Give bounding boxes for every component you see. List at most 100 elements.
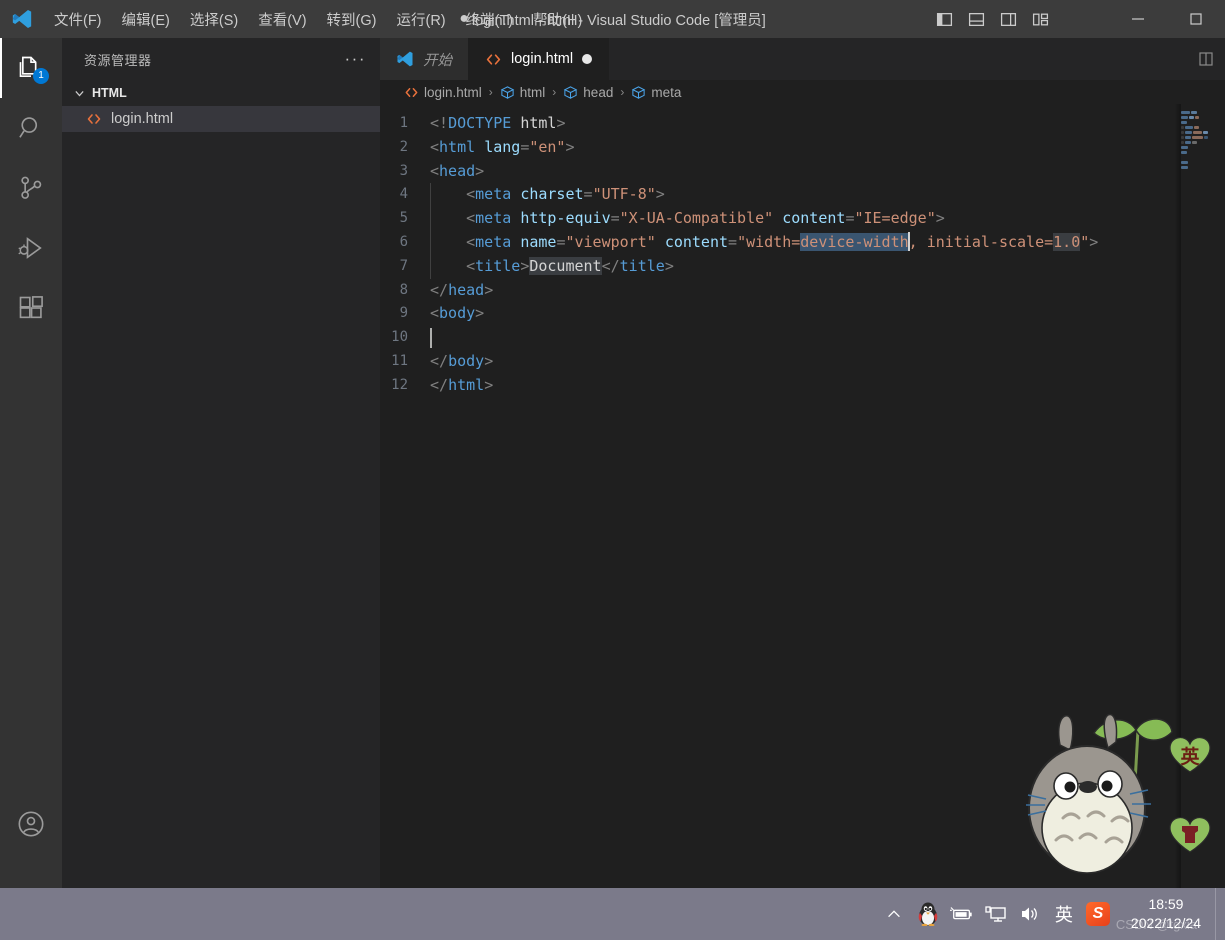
sidebar-item-explorer[interactable]: 1 <box>0 38 62 98</box>
code-line: 2 <html lang="en"> <box>380 136 1225 160</box>
line-content: <body> <box>430 304 485 323</box>
breadcrumb-head-label: head <box>583 84 614 100</box>
ime-mode-label: 英 <box>1180 746 1200 768</box>
tab-welcome-label: 开始 <box>423 52 452 69</box>
code-line: 9 <body> <box>380 302 1225 326</box>
ime-indicator[interactable]: 英 <box>1047 901 1081 927</box>
minimize-icon[interactable] <box>1109 0 1167 38</box>
clock-date: 2022/12/24 <box>1130 915 1201 931</box>
chevron-down-icon <box>70 87 88 100</box>
menu-view[interactable]: 查看(V) <box>249 6 315 33</box>
line-number: 5 <box>399 210 408 227</box>
code-line: 1 <!DOCTYPE html> <box>380 112 1225 136</box>
menu-terminal[interactable]: 终端(T) <box>457 6 523 33</box>
breadcrumb-separator: › <box>552 85 557 99</box>
tab-welcome[interactable]: 开始 <box>380 38 469 80</box>
indent-caret <box>430 328 432 349</box>
sidebar-item-search[interactable] <box>0 98 62 158</box>
line-content: <!DOCTYPE html> <box>430 114 566 132</box>
chevron-up-icon[interactable] <box>877 894 911 934</box>
panel-right-icon[interactable] <box>998 9 1018 29</box>
ime-skin-overlay[interactable]: 英 <box>1020 700 1225 890</box>
breadcrumb-html-label: html <box>519 84 546 100</box>
code-line: 3 <head> <box>380 160 1225 184</box>
code-line-with-selection: 6 <meta name="viewport" content="width=d… <box>380 230 1225 255</box>
code-line: 11 </body> <box>380 350 1225 374</box>
panel-left-icon[interactable] <box>934 9 954 29</box>
menu-selection[interactable]: 选择(S) <box>181 6 247 33</box>
breadcrumb: login.html › html › head › meta <box>380 80 1225 104</box>
tab-dirty-indicator[interactable] <box>582 54 593 64</box>
maximize-icon[interactable] <box>1167 0 1225 38</box>
line-number: 9 <box>399 305 408 322</box>
code-line: 7 <title>Document</title> <box>380 254 1225 279</box>
vscode-logo-icon <box>0 0 44 38</box>
panel-bottom-icon[interactable] <box>966 9 986 29</box>
menu-edit[interactable]: 编辑(E) <box>113 6 179 33</box>
network-icon[interactable] <box>979 894 1013 934</box>
menu-run[interactable]: 运行(R) <box>387 6 454 33</box>
breadcrumb-item-meta[interactable]: meta <box>631 85 681 100</box>
explorer-title: 资源管理器 <box>84 52 152 68</box>
ime-mode-english-badge[interactable]: 英 <box>1167 733 1213 777</box>
vscode-logo-icon <box>396 50 414 68</box>
line-number: 6 <box>399 233 408 250</box>
line-number: 12 <box>391 376 408 393</box>
line-number: 3 <box>399 162 408 179</box>
explorer-file-login-html[interactable]: login.html <box>62 106 380 132</box>
line-number: 10 <box>391 329 408 346</box>
code-line: 4 <meta charset="UTF-8"> <box>380 183 1225 208</box>
sidebar-item-extensions[interactable] <box>0 278 62 338</box>
breadcrumb-item-html[interactable]: html <box>500 84 546 100</box>
editor-actions <box>1191 38 1225 80</box>
sogou-input-icon[interactable]: S <box>1081 894 1115 934</box>
line-content: <meta charset="UTF-8"> <box>430 183 665 208</box>
taskbar-clock[interactable]: 18:59 2022/12/24 <box>1121 895 1215 933</box>
breadcrumb-item-head[interactable]: head <box>563 85 613 100</box>
word-highlight: 1.0 <box>1053 232 1081 251</box>
line-content: </head> <box>430 280 494 299</box>
editor-tab-bar: 开始 login.html <box>380 38 1225 80</box>
code-line: 5 <meta http-equiv="X-UA-Compatible" con… <box>380 207 1225 231</box>
explorer-more-actions-icon[interactable]: ··· <box>345 50 366 67</box>
vscode-window: 文件(F) 编辑(E) 选择(S) 查看(V) 转到(G) 运行(R) 终端(T… <box>0 0 1225 940</box>
volume-icon[interactable] <box>1013 894 1047 934</box>
breadcrumb-item-file[interactable]: login.html <box>404 85 482 100</box>
line-content: <meta http-equiv="X-UA-Compatible" conte… <box>430 207 945 231</box>
line-number: 1 <box>399 115 408 131</box>
title-bar: 文件(F) 编辑(E) 选择(S) 查看(V) 转到(G) 运行(R) 终端(T… <box>0 0 1225 38</box>
explorer-header: 资源管理器 ··· <box>62 38 380 80</box>
breadcrumb-separator: › <box>488 85 493 99</box>
account-icon[interactable] <box>0 794 62 854</box>
breadcrumb-meta-label: meta <box>651 84 682 100</box>
line-content: </body> <box>430 351 494 370</box>
symbol-field-icon <box>631 85 646 100</box>
line-number: 8 <box>399 281 408 298</box>
sidebar-item-source-control[interactable] <box>0 158 62 218</box>
system-tray: 英 S <box>877 894 1121 934</box>
line-content: </html> <box>430 375 494 394</box>
editor-selection: device-width <box>800 232 909 251</box>
qq-penguin-icon[interactable] <box>911 894 945 934</box>
explorer-folder-label: HTML <box>92 86 127 100</box>
sidebar-item-run-and-debug[interactable] <box>0 218 62 278</box>
show-desktop-button[interactable] <box>1215 888 1225 940</box>
tab-login-html[interactable]: login.html <box>469 38 610 80</box>
menu-file[interactable]: 文件(F) <box>45 6 111 33</box>
windows-taskbar: 英 S 18:59 2022/12/24 CSDN @tgxia <box>0 888 1225 940</box>
line-content: <title>Document</title> <box>430 254 674 279</box>
explorer-sidebar: 资源管理器 ··· HTML login.html <box>62 38 380 888</box>
line-content: <meta name="viewport" content="width=dev… <box>430 230 1098 255</box>
word-highlight: Document <box>529 256 602 275</box>
html-file-icon <box>485 51 502 68</box>
menu-go[interactable]: 转到(G) <box>318 6 386 33</box>
battery-icon[interactable] <box>945 894 979 934</box>
code-line-cursor: 10 <box>380 326 1225 350</box>
menu-help[interactable]: 帮助(H) <box>524 6 591 33</box>
line-number: 4 <box>399 186 408 203</box>
split-editor-icon[interactable] <box>1191 44 1221 74</box>
explorer-badge: 1 <box>33 68 49 84</box>
tab-login-html-label: login.html <box>511 51 574 67</box>
explorer-folder-header[interactable]: HTML <box>62 80 380 106</box>
layout-grid-icon[interactable] <box>1030 9 1050 29</box>
